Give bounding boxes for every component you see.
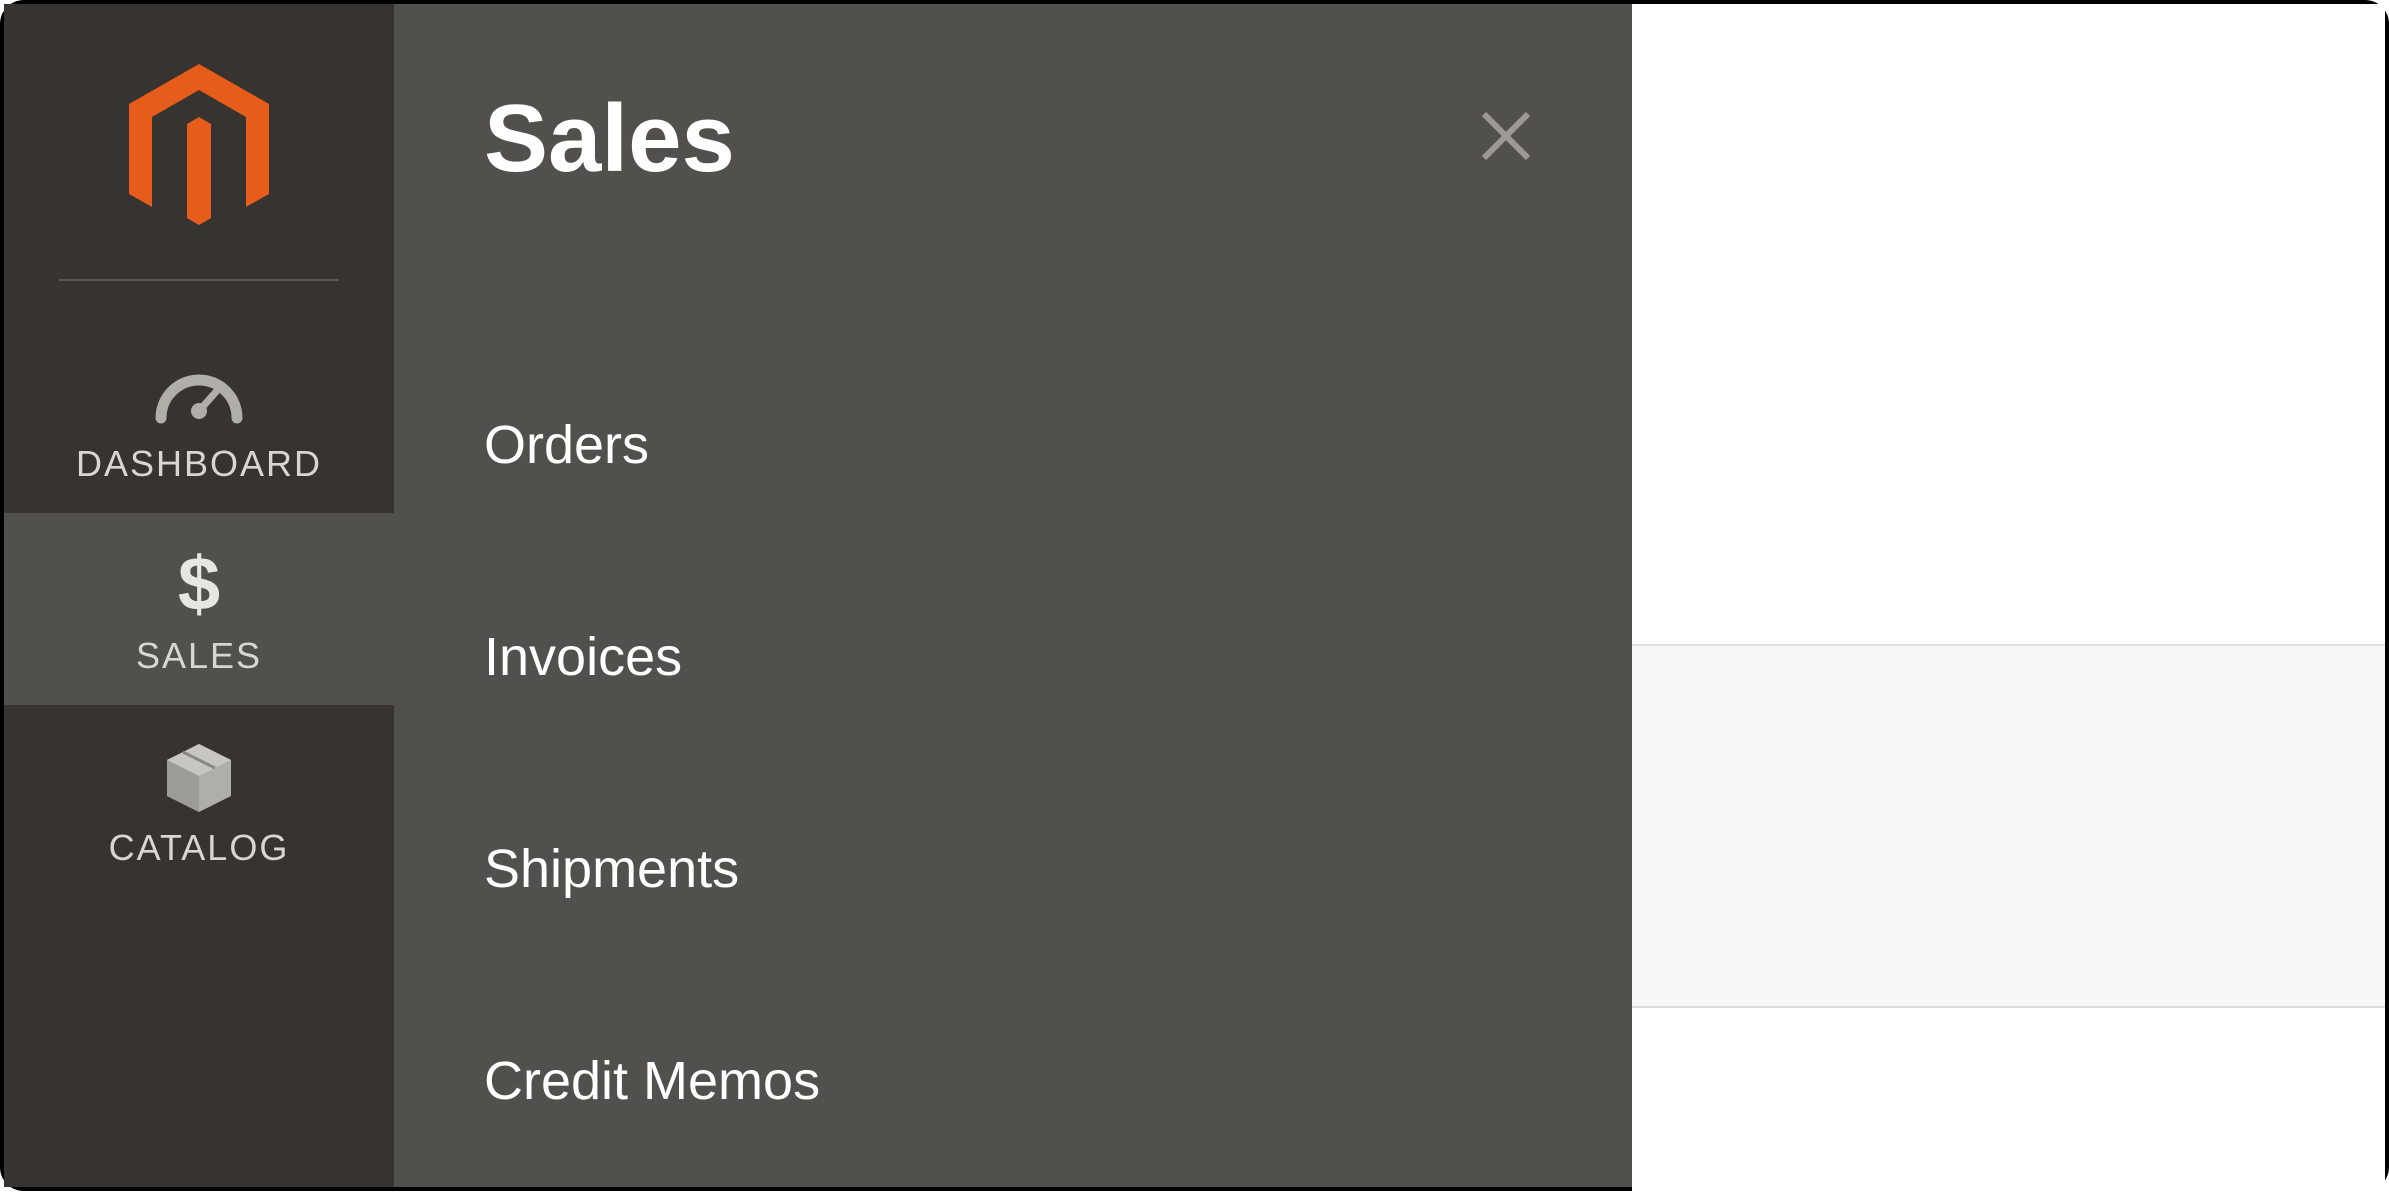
logo-container[interactable]	[4, 4, 394, 279]
content-row	[1632, 1006, 2385, 1195]
flyout-item-orders[interactable]: Orders	[484, 414, 1562, 476]
flyout-item-credit-memos[interactable]: Credit Memos	[484, 1050, 1562, 1112]
sales-flyout-panel: Sales Orders Invoices Shipments Credit M…	[394, 4, 1632, 1187]
admin-sidebar: DASHBOARD $ SALES CATALOG	[4, 4, 394, 1187]
close-icon	[1478, 151, 1534, 168]
sidebar-item-label: DASHBOARD	[76, 443, 322, 485]
sidebar-item-dashboard[interactable]: DASHBOARD	[4, 321, 394, 513]
sidebar-divider	[59, 279, 339, 281]
flyout-title: Sales	[484, 84, 735, 194]
flyout-item-shipments[interactable]: Shipments	[484, 838, 1562, 900]
flyout-header: Sales	[484, 84, 1562, 194]
sidebar-item-label: SALES	[136, 635, 262, 677]
box-icon	[159, 743, 239, 813]
content-row	[1632, 644, 2385, 1006]
flyout-item-invoices[interactable]: Invoices	[484, 626, 1562, 688]
close-flyout-button[interactable]	[1470, 100, 1542, 177]
sidebar-item-sales[interactable]: $ SALES	[4, 513, 394, 705]
dollar-icon: $	[174, 551, 224, 621]
sidebar-item-catalog[interactable]: CATALOG	[4, 705, 394, 897]
sidebar-item-label: CATALOG	[109, 827, 290, 869]
dashboard-icon	[154, 359, 244, 429]
magento-logo-icon	[124, 64, 274, 239]
svg-text:$: $	[178, 546, 220, 626]
main-content-area	[1632, 4, 2385, 1187]
